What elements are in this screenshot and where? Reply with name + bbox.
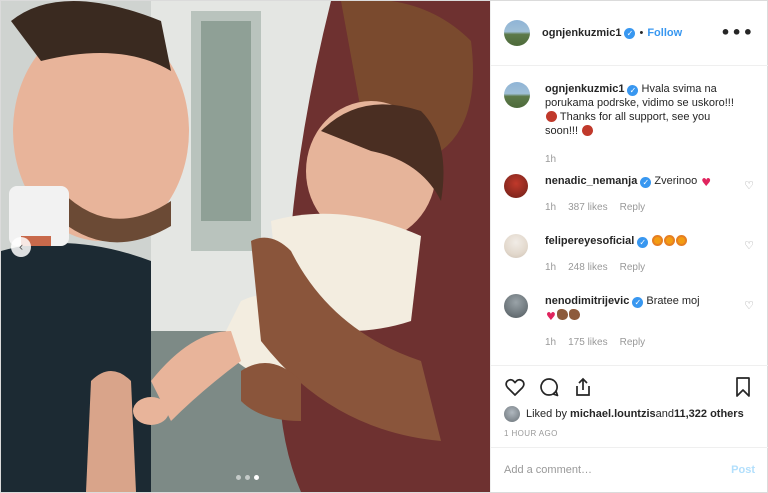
- comment-meta: 1h 387 likes Reply: [545, 202, 657, 213]
- commenter-avatar[interactable]: [504, 234, 528, 258]
- more-options-icon[interactable]: •••: [720, 23, 754, 42]
- like-comment-heart-icon[interactable]: ♡: [744, 179, 754, 192]
- bookmark-icon[interactable]: [732, 376, 754, 398]
- liker-username[interactable]: michael.lountzis: [570, 408, 656, 420]
- verified-badge-icon: ✓: [632, 297, 644, 308]
- add-comment-input[interactable]: Add a comment…: [504, 464, 731, 476]
- liker-avatar[interactable]: [504, 406, 520, 422]
- separator-bullet: •: [639, 27, 644, 39]
- commenter-avatar[interactable]: [504, 174, 528, 198]
- comment-username[interactable]: nenodimitrijevic: [545, 295, 629, 307]
- author-name-row: ognjenkuzmic1 ✓ • Follow: [542, 27, 682, 39]
- post-header: ognjenkuzmic1 ✓ • Follow •••: [491, 1, 768, 66]
- devil-emoji-icon: [546, 111, 557, 122]
- comment-reply-button[interactable]: Reply: [620, 202, 646, 213]
- caption-meta: 1h: [545, 154, 568, 165]
- comment-reply-button[interactable]: Reply: [620, 262, 646, 273]
- likes-count-link[interactable]: 11,322 others: [674, 408, 744, 420]
- like-comment-heart-icon[interactable]: ♡: [744, 299, 754, 312]
- comment-text: Zverinoo: [651, 175, 701, 187]
- liked-by-prefix: Liked by: [526, 408, 567, 420]
- author-avatar[interactable]: [504, 20, 530, 46]
- comment-text: [648, 235, 651, 247]
- post-actions: Liked by michael.lountzis and 11,322 oth…: [491, 365, 768, 447]
- comment-likes[interactable]: 387 likes: [568, 202, 607, 213]
- star-eyes-emoji-icon: [652, 235, 664, 246]
- comment-text: Bratee moj: [643, 295, 700, 307]
- liked-by-row: Liked by michael.lountzis and 11,322 oth…: [504, 406, 744, 422]
- caption-username[interactable]: ognjenkuzmic1: [545, 83, 624, 95]
- comment-icon[interactable]: [538, 376, 560, 398]
- commenter-avatar[interactable]: [504, 294, 528, 318]
- share-icon[interactable]: [572, 376, 594, 398]
- carousel-dot: [245, 475, 250, 480]
- devil-emoji-icon: [582, 125, 594, 136]
- star-eyes-emoji-icon: [676, 235, 688, 246]
- carousel-prev-icon[interactable]: ‹: [11, 237, 31, 257]
- comment-reply-button[interactable]: Reply: [620, 337, 646, 348]
- caption-author-avatar[interactable]: [504, 82, 530, 108]
- caption-body: ognjenkuzmic1 ✓ Hvala svima na porukama p…: [545, 82, 737, 138]
- post-comment-button[interactable]: Post: [731, 464, 755, 476]
- comments-list: ognjenkuzmic1 ✓ Hvala svima na porukama p…: [491, 67, 768, 365]
- flexed-biceps-emoji-icon: [568, 309, 580, 320]
- photo-illustration: [1, 1, 490, 492]
- comment-body: felipereyesoficial ✓: [545, 234, 737, 248]
- post-photo[interactable]: ‹: [1, 1, 490, 492]
- flexed-biceps-emoji-icon: [556, 309, 568, 320]
- comment-time[interactable]: 1h: [545, 337, 556, 348]
- comment-username[interactable]: nenadic_nemanja: [545, 175, 637, 187]
- action-icons: [504, 376, 594, 398]
- author-username[interactable]: ognjenkuzmic1: [542, 27, 621, 39]
- carousel-dot: [236, 475, 241, 480]
- liked-by-middle: and: [655, 408, 674, 420]
- verified-badge-icon: ✓: [637, 237, 649, 248]
- caption-time[interactable]: 1h: [545, 154, 556, 165]
- red-heart-emoji-icon: ♥: [546, 310, 556, 323]
- comment-body: nenadic_nemanja ✓ Zverinoo ♥: [545, 174, 737, 190]
- follow-button[interactable]: Follow: [647, 27, 682, 39]
- heart-icon[interactable]: [504, 376, 526, 398]
- comment-meta: 1h 248 likes Reply: [545, 262, 657, 273]
- comment-likes[interactable]: 175 likes: [568, 337, 607, 348]
- carousel-dots: [236, 475, 259, 480]
- post-side-panel: ognjenkuzmic1 ✓ • Follow ••• ognjenkuzmi…: [490, 1, 768, 492]
- verified-badge-icon: ✓: [640, 177, 652, 188]
- caption-text-2: Thanks for all support, see you soon!!!: [545, 111, 711, 137]
- comment-likes[interactable]: 248 likes: [568, 262, 607, 273]
- carousel-dot-active: [254, 475, 259, 480]
- comment-time[interactable]: 1h: [545, 202, 556, 213]
- add-comment-bar: Add a comment… Post: [491, 447, 768, 492]
- star-eyes-emoji-icon: [664, 235, 676, 246]
- comment-username[interactable]: felipereyesoficial: [545, 235, 634, 247]
- comment-body: nenodimitrijevic ✓ Bratee moj ♥: [545, 294, 737, 324]
- like-comment-heart-icon[interactable]: ♡: [744, 239, 754, 252]
- post-timestamp[interactable]: 1 HOUR AGO: [504, 429, 558, 438]
- verified-badge-icon: ✓: [627, 85, 639, 96]
- comment-time[interactable]: 1h: [545, 262, 556, 273]
- verified-badge-icon: ✓: [624, 27, 636, 39]
- red-heart-emoji-icon: ♥: [701, 176, 712, 189]
- comment-meta: 1h 175 likes Reply: [545, 337, 657, 348]
